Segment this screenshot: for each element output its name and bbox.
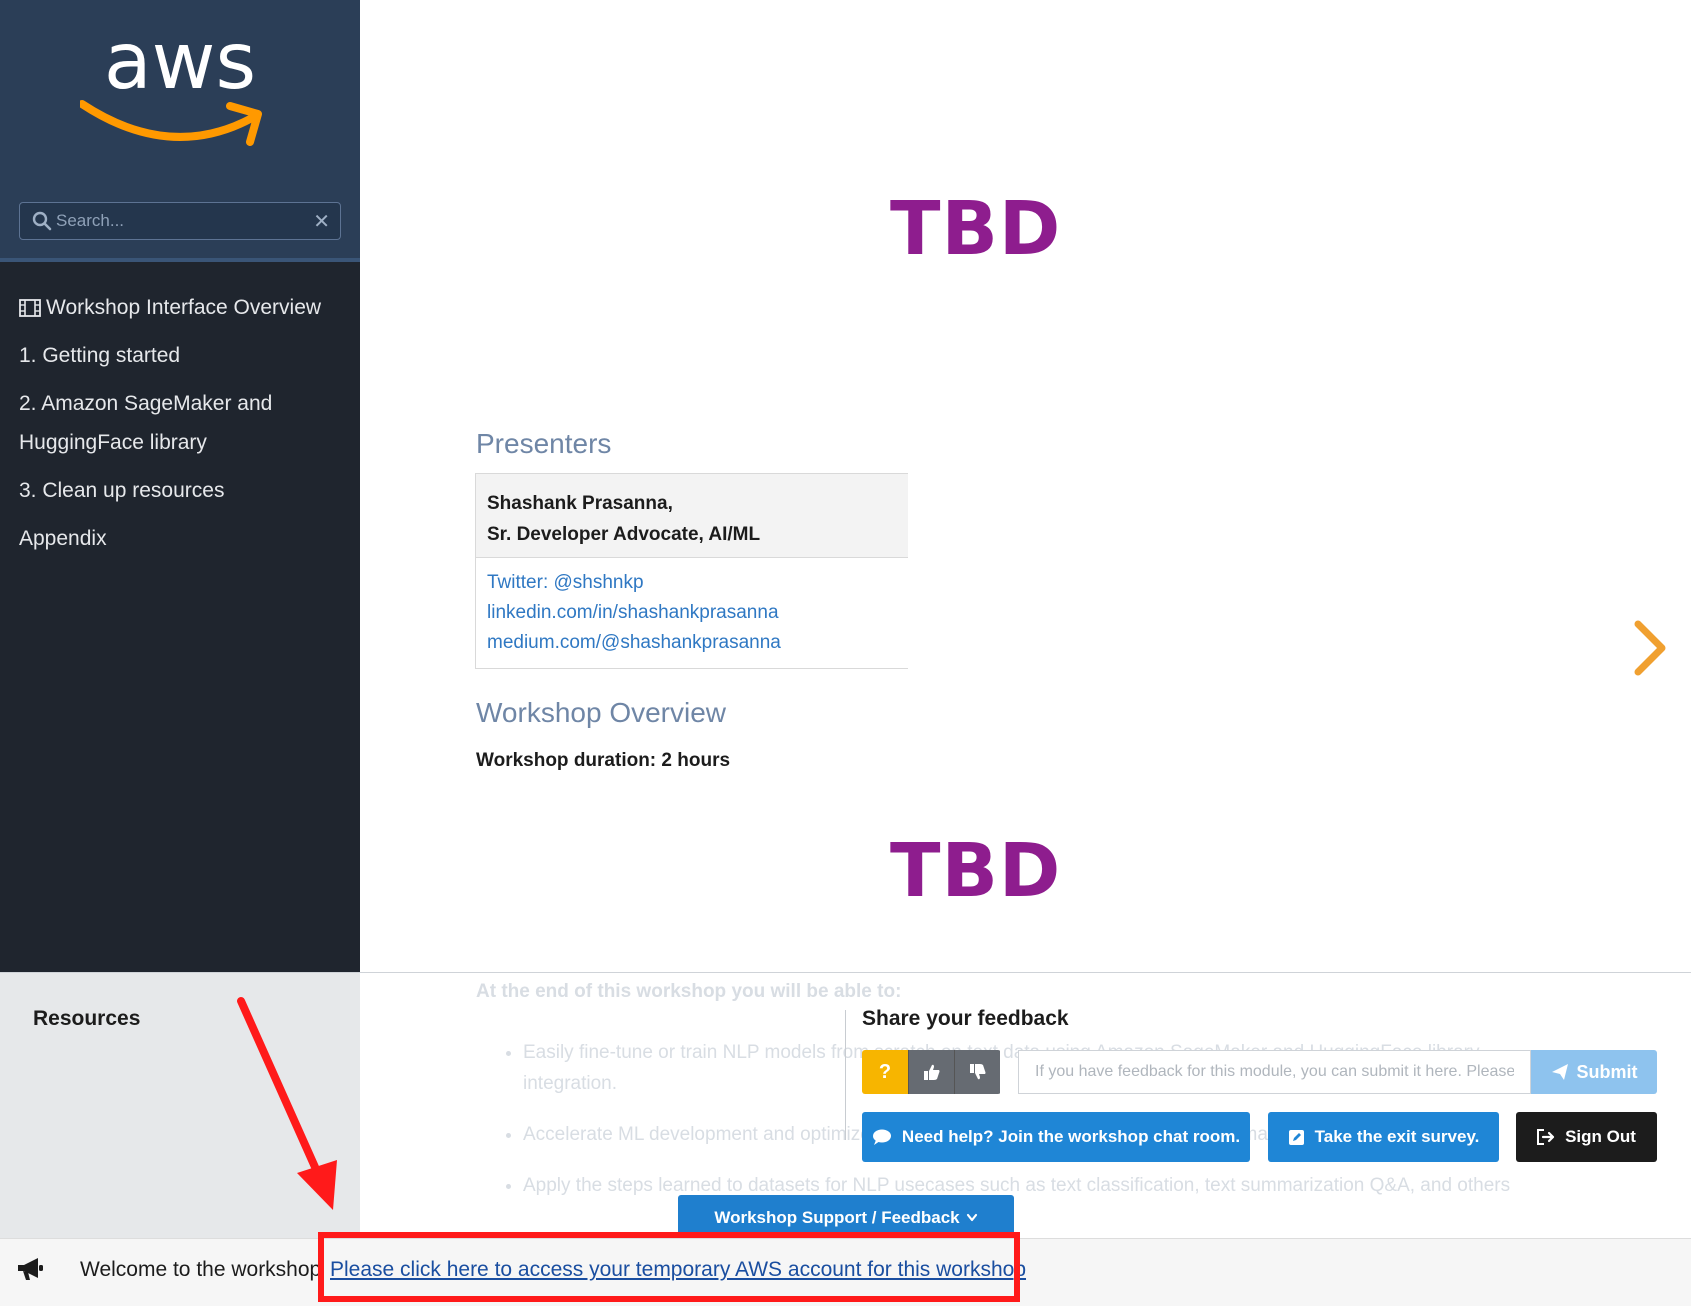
sidebar-nav: Workshop Interface Overview 1. Getting s… xyxy=(19,288,349,558)
sidebar-item-label: 3. Clean up resources xyxy=(19,479,225,502)
rating-question-button[interactable]: ? xyxy=(862,1050,908,1094)
panel-divider xyxy=(845,1010,846,1140)
thumbs-up-icon xyxy=(923,1064,939,1080)
film-icon xyxy=(19,299,41,317)
sidebar-item-appendix[interactable]: Appendix xyxy=(19,519,349,558)
sidebar-item-label: 2. Amazon SageMaker and HuggingFace libr… xyxy=(19,392,273,454)
annotation-arrow-icon xyxy=(237,997,337,1210)
annotation-highlight-box xyxy=(318,1232,1020,1302)
welcome-text: Welcome to the workshop xyxy=(80,1258,322,1281)
paper-plane-icon xyxy=(1551,1064,1568,1080)
main-content: TBD Presenters Shashank Prasanna, Sr. De… xyxy=(360,0,1691,972)
twitter-link[interactable]: Twitter: @shshnkp xyxy=(487,568,897,598)
aws-logo[interactable]: aws xyxy=(80,22,280,152)
search-input[interactable] xyxy=(56,207,306,235)
sidebar-item-label: 1. Getting started xyxy=(19,344,181,367)
sidebar-header: aws ✕ xyxy=(0,0,360,262)
feedback-heading: Share your feedback xyxy=(862,1007,1069,1030)
chevron-down-icon xyxy=(966,1213,977,1221)
workshop-duration: Workshop duration: 2 hours xyxy=(476,750,731,771)
search-icon xyxy=(32,211,52,231)
sidebar-item-label: Workshop Interface Overview xyxy=(46,296,322,319)
thumbs-down-icon xyxy=(969,1064,985,1080)
sidebar-item-label: Appendix xyxy=(19,527,107,550)
presenter-title: Sr. Developer Advocate, AI/ML xyxy=(487,524,761,545)
placeholder-image-top: TBD xyxy=(890,186,1062,272)
join-chat-button[interactable]: Need help? Join the workshop chat room. xyxy=(862,1112,1250,1162)
presenter-name: Shashank Prasanna, xyxy=(487,493,673,514)
chat-bubble-icon xyxy=(872,1129,891,1145)
megaphone-icon xyxy=(18,1258,43,1280)
sidebar: aws ✕ Workshop Interface Overvie xyxy=(0,0,360,972)
presenters-heading: Presenters xyxy=(476,428,612,459)
feedback-input[interactable] xyxy=(1018,1050,1531,1094)
sidebar-item-sagemaker-huggingface[interactable]: 2. Amazon SageMaker and HuggingFace libr… xyxy=(19,384,349,462)
submit-feedback-button[interactable]: Submit xyxy=(1531,1050,1657,1094)
exit-survey-button[interactable]: Take the exit survey. xyxy=(1268,1112,1499,1162)
sidebar-item-workshop-interface-overview[interactable]: Workshop Interface Overview xyxy=(19,288,349,327)
thumbs-down-button[interactable] xyxy=(954,1050,1000,1094)
support-label: Workshop Support / Feedback xyxy=(714,1207,960,1227)
survey-label: Take the exit survey. xyxy=(1314,1127,1480,1146)
submit-label: Submit xyxy=(1576,1061,1638,1082)
medium-link[interactable]: medium.com/@shashankprasanna xyxy=(487,628,897,658)
workshop-overview-heading: Workshop Overview xyxy=(476,697,727,728)
rating-group: ? xyxy=(862,1050,1001,1094)
edit-square-icon xyxy=(1288,1129,1304,1145)
presenter-header: Shashank Prasanna, Sr. Developer Advocat… xyxy=(476,474,908,558)
chat-label: Need help? Join the workshop chat room. xyxy=(901,1127,1241,1146)
linkedin-link[interactable]: linkedin.com/in/shashankprasanna xyxy=(487,598,897,628)
presenter-links: Twitter: @shshnkp linkedin.com/in/shasha… xyxy=(476,558,908,668)
thumbs-up-button[interactable] xyxy=(908,1050,954,1094)
clear-search-icon[interactable]: ✕ xyxy=(313,209,330,234)
search-box[interactable]: ✕ xyxy=(19,202,341,240)
aws-logo-text: aws xyxy=(104,22,256,107)
sidebar-item-clean-up[interactable]: 3. Clean up resources xyxy=(19,471,349,510)
resources-heading: Resources xyxy=(33,1007,141,1030)
presenter-card: Shashank Prasanna, Sr. Developer Advocat… xyxy=(475,473,908,669)
sidebar-item-getting-started[interactable]: 1. Getting started xyxy=(19,336,349,375)
next-page-chevron-icon[interactable] xyxy=(1630,618,1670,678)
placeholder-image-bottom: TBD xyxy=(890,828,1062,914)
sign-out-button[interactable]: Sign Out xyxy=(1516,1112,1657,1162)
sign-out-label: Sign Out xyxy=(1565,1127,1636,1146)
sign-out-icon xyxy=(1537,1129,1555,1145)
